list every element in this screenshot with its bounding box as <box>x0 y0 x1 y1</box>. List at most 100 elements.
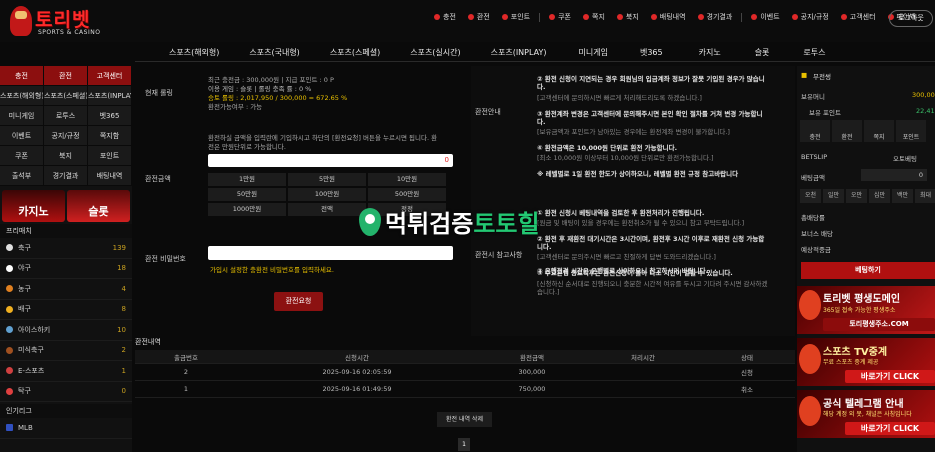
quick-bet-history[interactable]: 배팅내역 <box>88 166 132 186</box>
amount-50k-button[interactable]: 5만원 <box>288 173 366 186</box>
quick-sports-intl[interactable]: 스포츠(해외형) <box>0 86 44 106</box>
mainnav-minigame[interactable]: 미니게임 <box>579 47 608 58</box>
quick-withdraw-button[interactable]: 환전 <box>44 66 88 86</box>
quick-sports-special[interactable]: 스포츠(스페셜) <box>44 86 88 106</box>
topnav-event[interactable]: 이벤트 <box>745 12 785 22</box>
sport-item[interactable]: 야구 18 <box>0 259 132 279</box>
column-header: 출금번호 <box>174 353 198 362</box>
amount-100k-button[interactable]: 10만원 <box>368 173 446 186</box>
mainnav-casino[interactable]: 카지노 <box>699 47 721 58</box>
site-logo[interactable]: 토리벳 SPORTS & CASINO <box>8 4 106 40</box>
sport-item[interactable]: E-스포츠 1 <box>0 361 132 382</box>
mainnav-sports-live[interactable]: 스포츠(실시간) <box>410 47 460 58</box>
quick-lotus[interactable]: 로투스 <box>44 106 88 126</box>
topnav-message[interactable]: 쪽지 <box>577 12 611 22</box>
sport-item[interactable]: 농구 4 <box>0 279 132 300</box>
info-line: [고객센터에 문의하시면 빠르게 처리해드리도록 하겠습니다.] <box>537 94 702 102</box>
topnav-support[interactable]: 고객센터 <box>835 12 882 22</box>
withdraw-icon <box>467 14 474 20</box>
level-icon: ■ <box>801 71 808 79</box>
amount-5m-button[interactable]: 500만원 <box>368 188 446 201</box>
bet-50k-button[interactable]: 오만 <box>846 189 867 203</box>
topnav-results[interactable]: 경기결과 <box>692 12 739 22</box>
league-item[interactable]: MLB <box>0 418 132 439</box>
logout-button[interactable]: 로그아웃 <box>889 10 933 27</box>
quick-sports-inplay[interactable]: 스포츠(INPLAY) <box>88 86 132 106</box>
tv-ad-banner[interactable]: 스포츠 TV중계 무료 스포츠 중계 제공 바로가기 CLICK <box>797 338 935 386</box>
quick-bet365[interactable]: 벳365 <box>88 106 132 126</box>
sport-icon <box>6 305 13 313</box>
sport-item[interactable]: 축구 139 <box>0 238 132 259</box>
divider <box>539 12 541 22</box>
shortcut-message[interactable]: 쪽지 <box>864 120 894 142</box>
table-row[interactable]: 2 2025-09-16 02:05:59 300,000 신청 <box>135 364 795 381</box>
info-line: 습니다.] <box>537 288 560 296</box>
message-icon <box>583 14 589 20</box>
amount-all-button[interactable]: 전액 <box>288 203 366 216</box>
topnav-point[interactable]: 포인트 <box>496 12 536 22</box>
amount-input[interactable]: 0 <box>208 154 453 167</box>
info-line: 다. <box>537 118 546 126</box>
mainnav-sports-intl[interactable]: 스포츠(해외형) <box>169 47 219 58</box>
quick-event[interactable]: 이벤트 <box>0 126 44 146</box>
mainnav-lotus[interactable]: 로투스 <box>803 47 825 58</box>
place-bet-button[interactable]: 베팅하기 <box>801 262 935 279</box>
topnav-deposit[interactable]: 충전 <box>428 12 462 22</box>
reference-label: 환전시 참고사항 <box>475 251 523 259</box>
sport-item[interactable]: 미식축구 2 <box>0 341 132 361</box>
shortcut-deposit[interactable]: 충전 <box>800 120 830 142</box>
telegram-ad-banner[interactable]: 공식 텔레그램 안내 해당 계정 외 못, 채널은 사칭입니다 바로가기 CLI… <box>797 390 935 438</box>
quick-coupon[interactable]: 쿠폰 <box>0 146 44 166</box>
mainnav-bet365[interactable]: 벳365 <box>640 47 663 58</box>
amount-1m-button[interactable]: 100만원 <box>288 188 366 201</box>
page-button[interactable]: 1 <box>458 438 470 451</box>
topnav-coupon[interactable]: 쿠폰 <box>543 12 577 22</box>
shortcut-withdraw[interactable]: 환전 <box>832 120 862 142</box>
sport-item[interactable]: 배구 8 <box>0 300 132 320</box>
bet-5k-button[interactable]: 오천 <box>800 189 821 203</box>
mainnav-slot[interactable]: 슬롯 <box>755 47 770 58</box>
bet-1m-button[interactable]: 백만 <box>892 189 913 203</box>
shortcut-point[interactable]: 포인트 <box>896 120 926 142</box>
amount-10m-button[interactable]: 1000만원 <box>208 203 286 216</box>
bet-max-button[interactable]: 최대 <box>915 189 935 203</box>
quick-message[interactable]: 쪽지함 <box>88 126 132 146</box>
auto-bet-toggle[interactable]: 오토베팅 <box>893 153 917 163</box>
delete-history-button[interactable]: 환전 내역 삭제 <box>437 412 492 427</box>
info-line: ② 환전 후 재환전 대기시간은 3시간이며, 환전후 3시간 이후로 재환전 … <box>537 235 765 243</box>
top-nav: 충전 환전 포인트 쿠폰 쪽지 북지 배팅내역 경기결과 이벤트 공지/규정 고… <box>428 12 922 22</box>
casino-banner[interactable]: 카지노 <box>2 190 65 222</box>
ad-link: 바로가기 CLICK <box>845 422 935 435</box>
sport-item[interactable]: 아이스하키 10 <box>0 320 132 341</box>
quick-bokji[interactable]: 북지 <box>44 146 88 166</box>
password-input[interactable] <box>208 246 453 260</box>
quick-deposit-button[interactable]: 충전 <box>0 66 44 86</box>
gift-icon <box>616 14 623 20</box>
topnav-bokji[interactable]: 북지 <box>611 12 645 22</box>
bet-10k-button[interactable]: 일만 <box>823 189 844 203</box>
quick-notice[interactable]: 공지/규정 <box>44 126 88 146</box>
table-row[interactable]: 1 2025-09-16 01:49:59 750,000 취소 <box>135 381 795 398</box>
quick-minigame[interactable]: 미니게임 <box>0 106 44 126</box>
info-line: ③ 환전계좌 변경은 고객센터에 문의해주시면 본인 확인 절차를 거쳐 변경 … <box>537 110 763 118</box>
amount-500k-button[interactable]: 50만원 <box>208 188 286 201</box>
bet-100k-button[interactable]: 십만 <box>869 189 890 203</box>
mainnav-sports-inplay[interactable]: 스포츠(INPLAY) <box>491 47 547 58</box>
topnav-notice[interactable]: 공지/규정 <box>786 12 835 22</box>
quick-attendance[interactable]: 출석부 <box>0 166 44 186</box>
top-bar: 토리벳 SPORTS & CASINO 충전 환전 포인트 쿠폰 쪽지 북지 배… <box>0 0 935 42</box>
mainnav-sports-special[interactable]: 스포츠(스페셜) <box>330 47 380 58</box>
mainnav-sports-domestic[interactable]: 스포츠(국내형) <box>249 47 299 58</box>
domain-ad-banner[interactable]: 토리벳 평생도메인 365일 접속 가능한 평생주소 토리평생주소.COM <box>797 286 935 334</box>
popular-leagues-heading: 인기리그 <box>0 404 132 418</box>
topnav-withdraw[interactable]: 환전 <box>462 12 496 22</box>
slot-banner[interactable]: 슬롯 <box>67 190 130 222</box>
sport-item[interactable]: 탁구 0 <box>0 382 132 402</box>
amount-10k-button[interactable]: 1만원 <box>208 173 286 186</box>
exchange-submit-button[interactable]: 환전요청 <box>274 292 323 311</box>
quick-support-button[interactable]: 고객센터 <box>88 66 132 86</box>
quick-point[interactable]: 포인트 <box>88 146 132 166</box>
bet-amount-input[interactable]: 0 <box>861 169 927 181</box>
quick-results[interactable]: 경기결과 <box>44 166 88 186</box>
topnav-bet-history[interactable]: 배팅내역 <box>645 12 692 22</box>
